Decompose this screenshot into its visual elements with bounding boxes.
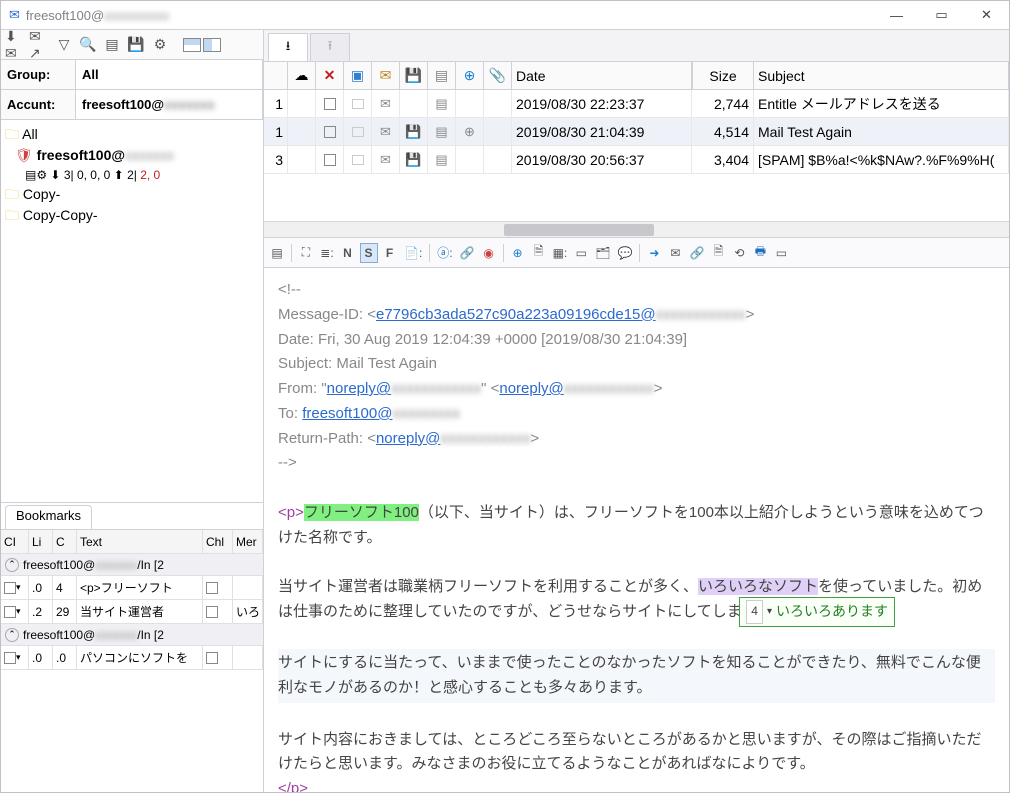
card-icon[interactable]: ▭ <box>772 243 790 263</box>
refresh-icon[interactable]: ⟲ <box>730 243 748 263</box>
folder-icon: 🗀 <box>5 207 19 223</box>
bookmarks-tab[interactable]: Bookmarks <box>5 505 92 529</box>
chat-icon[interactable]: 💬 <box>615 243 634 263</box>
shield-icon: 🛡 <box>15 147 33 163</box>
collapse-icon[interactable]: ⌃ <box>5 558 19 572</box>
window-title: freesoft100@ <box>26 8 104 23</box>
chain-icon[interactable]: 🔗 <box>687 243 706 263</box>
bookmark-group[interactable]: ⌃freesoft100@xxxxxxx/In [2 <box>1 554 263 576</box>
expand-icon[interactable]: ⛶ <box>297 243 315 263</box>
bookmark-row[interactable]: ▾ .0 4 <p>フリーソフト <box>1 576 263 600</box>
save-icon[interactable]: 💾 <box>125 34 147 56</box>
envelope-icon[interactable]: ✉ <box>380 67 392 84</box>
maximize-button[interactable]: ▭ <box>919 1 964 29</box>
left-toolbar: ⬇✉ ✉↗ ▽ 🔍 ▤ 💾 ⚙ <box>1 30 263 60</box>
bookmark-row[interactable]: ▾ .0 .0 パソコンにソフトを <box>1 646 263 670</box>
layout-vertical-icon[interactable] <box>203 38 221 52</box>
link-icon[interactable]: 🔗 <box>458 243 477 263</box>
account-label: Accunt: <box>1 90 76 120</box>
search-icon[interactable]: 🔍 <box>77 34 99 56</box>
page-icon[interactable]: 🗎 <box>709 243 727 263</box>
col-date[interactable]: Date <box>512 62 692 90</box>
col-subject[interactable]: Subject <box>754 62 1009 90</box>
save-icon[interactable]: 💾 <box>405 67 422 84</box>
red-icon[interactable]: ◉ <box>480 243 498 263</box>
stack-icon[interactable]: 🗂 <box>593 243 612 263</box>
download-icon: ⭳ <box>286 37 291 59</box>
message-row[interactable]: 3✉💾▤2019/08/30 20:56:373,404[SPAM] $B%a!… <box>264 146 1009 174</box>
lines-icon[interactable]: ≣: <box>318 243 336 263</box>
globe-icon[interactable]: ⊕ <box>509 243 527 263</box>
a-icon[interactable]: ⓐ: <box>435 243 454 263</box>
viewer-toolbar: ▤ ⛶ ≣: N S F 📄: ⓐ: 🔗 ◉ ⊕ 🗎 ▦: ▭ 🗂 💬 <box>264 238 1009 268</box>
doc-icon[interactable]: ▤ <box>435 67 448 84</box>
account-value[interactable]: freesoft100@xxxxxxx <box>76 90 263 120</box>
globe-icon[interactable]: ⊕ <box>464 67 476 84</box>
mail-icon[interactable]: ✉ <box>666 243 684 263</box>
mode-n[interactable]: N <box>339 243 357 263</box>
bookmark-group[interactable]: ⌃freesoft100@xxxxxxx/In [2 <box>1 624 263 646</box>
minimize-button[interactable]: — <box>874 1 919 29</box>
flag-icon[interactable]: ▣ <box>351 67 364 84</box>
bookmark-row[interactable]: ▾ .2 29 当サイト運営者 いろ <box>1 600 263 624</box>
mode-f[interactable]: F <box>381 243 399 263</box>
gear-icon[interactable]: ⚙ <box>149 34 171 56</box>
filter-icon[interactable]: ▽ <box>53 34 75 56</box>
download-mail-icon[interactable]: ⬇✉ <box>5 34 27 56</box>
grid-icon[interactable]: ▦: <box>551 243 570 263</box>
group-value[interactable]: All <box>76 60 263 90</box>
message-row[interactable]: 1✉💾▤⊕2019/08/30 21:04:394,514Mail Test A… <box>264 118 1009 146</box>
id-icon[interactable]: 🗎 <box>530 243 548 263</box>
folder-icon: 🗀 <box>5 186 19 202</box>
attach-icon[interactable]: 📎 <box>489 67 506 84</box>
close-button[interactable]: ✕ <box>964 1 1009 29</box>
folder-tree[interactable]: 🗀 All 🛡 freesoft100@xxxxxxx ▤⚙ ⬇ 3| 0, 0… <box>1 120 263 502</box>
mode-s[interactable]: S <box>360 243 378 263</box>
layout-horizontal-icon[interactable] <box>183 38 201 52</box>
send-mail-icon[interactable]: ✉↗ <box>29 34 51 56</box>
message-body[interactable]: <!-- Message-ID: <e7796cb3ada527c90a223a… <box>264 268 1009 792</box>
print-icon[interactable]: 🖶 <box>751 243 769 263</box>
upload-icon: ⭱ <box>328 37 333 59</box>
message-row[interactable]: 1✉▤2019/08/30 22:23:372,744Entitle メールアド… <box>264 90 1009 118</box>
group-label: Group: <box>1 60 76 90</box>
go-icon[interactable]: ➜ <box>645 243 663 263</box>
menu-icon[interactable]: ▤ <box>268 243 286 263</box>
titlebar: ✉ freesoft100@xxxxxxxxxx — ▭ ✕ <box>1 1 1009 29</box>
col-size[interactable]: Size <box>692 62 754 90</box>
tab-upload[interactable]: ⭱ <box>310 33 350 61</box>
app-icon: ✉ <box>9 7 20 23</box>
cloud-icon[interactable]: ☁ <box>295 67 309 84</box>
x-icon[interactable]: ✕ <box>324 67 336 84</box>
window-icon[interactable]: ▭ <box>572 243 590 263</box>
upload-icon: ⬆ <box>114 168 124 182</box>
format-icon[interactable]: 📄: <box>402 243 424 263</box>
collapse-icon[interactable]: ⌃ <box>5 628 19 642</box>
tab-download[interactable]: ⭳ <box>268 33 308 61</box>
disk-icon[interactable]: ▤ <box>101 34 123 56</box>
folder-icon: 🗀 <box>5 126 19 142</box>
stat-icons: ▤⚙ ⬇ <box>25 168 60 182</box>
message-list-header: ☁ ✕ ▣ ✉ 💾 ▤ ⊕ 📎 Date Size Subject <box>264 62 1009 90</box>
horizontal-scrollbar[interactable] <box>264 221 1009 237</box>
tooltip: 4▾ いろいろあります <box>739 597 895 627</box>
